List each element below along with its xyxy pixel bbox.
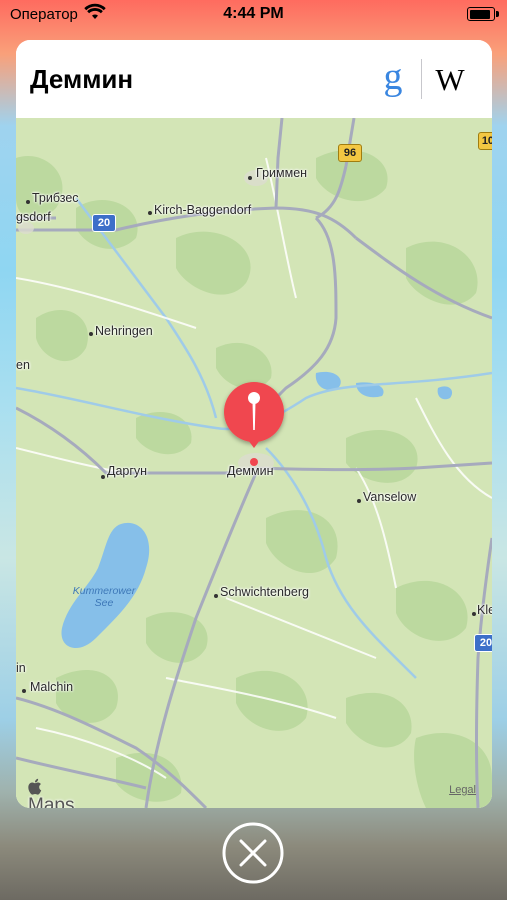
wikipedia-button[interactable]: W xyxy=(430,62,470,98)
map-label-schwichtenberg[interactable]: Schwichtenberg xyxy=(220,585,309,599)
road-shield-b96: 96 xyxy=(338,144,362,162)
map-label-dargun[interactable]: Даргун xyxy=(107,464,147,478)
place-dot xyxy=(148,211,152,215)
place-dot xyxy=(22,689,26,693)
road-shield-b105: 105 xyxy=(478,132,492,150)
google-g-icon: g xyxy=(384,56,403,98)
header-divider xyxy=(421,59,422,99)
place-dot xyxy=(26,200,30,204)
maps-brand-label: Maps xyxy=(28,795,75,808)
map-label-kle[interactable]: Kle xyxy=(477,603,492,617)
svg-text:g: g xyxy=(384,56,403,98)
close-button[interactable] xyxy=(222,822,284,884)
status-bar: Оператор 4:44 PM xyxy=(0,0,507,30)
place-dot xyxy=(472,612,476,616)
map-view[interactable]: Гриммен Трибзес gsdorf Kirch-Baggendorf … xyxy=(16,118,492,808)
map-label-tribsees[interactable]: Трибзес xyxy=(32,191,79,205)
place-dot xyxy=(357,499,361,503)
map-label-nehringen[interactable]: Nehringen xyxy=(95,324,153,338)
battery-icon xyxy=(467,7,499,21)
lake-label-text: Kummerower See xyxy=(72,585,136,609)
card-header: Деммин g W xyxy=(16,40,492,118)
map-label-kirch-baggendorf[interactable]: Kirch-Baggendorf xyxy=(154,203,251,217)
place-title: Деммин xyxy=(30,64,134,94)
place-card: Деммин g W Гриммен Трибзес gsdorf Kirch-… xyxy=(16,40,492,808)
map-label-kummerower-see[interactable]: Kummerower See xyxy=(64,585,144,609)
place-dot xyxy=(214,594,218,598)
place-dot xyxy=(101,475,105,479)
map-label-grimmen[interactable]: Гриммен xyxy=(256,166,307,180)
map-label-malchin[interactable]: Malchin xyxy=(30,680,73,694)
map-label-en[interactable]: en xyxy=(16,358,30,372)
legal-link[interactable]: Legal xyxy=(449,784,476,796)
road-shield-a20: 20 xyxy=(92,214,116,232)
map-label-vanselow[interactable]: Vanselow xyxy=(363,490,416,504)
google-search-button[interactable]: g xyxy=(376,56,410,100)
close-circle-icon xyxy=(222,822,284,884)
maps-brand: Maps xyxy=(28,778,74,808)
location-pin[interactable] xyxy=(220,378,288,468)
apple-icon xyxy=(28,778,42,795)
clock: 4:44 PM xyxy=(223,5,284,22)
map-label-gsdorf[interactable]: gsdorf xyxy=(16,210,51,224)
map-label-in[interactable]: in xyxy=(16,661,26,675)
road-shield-a20-east: 20 xyxy=(474,634,492,652)
place-dot xyxy=(89,332,93,336)
place-dot xyxy=(248,176,252,180)
